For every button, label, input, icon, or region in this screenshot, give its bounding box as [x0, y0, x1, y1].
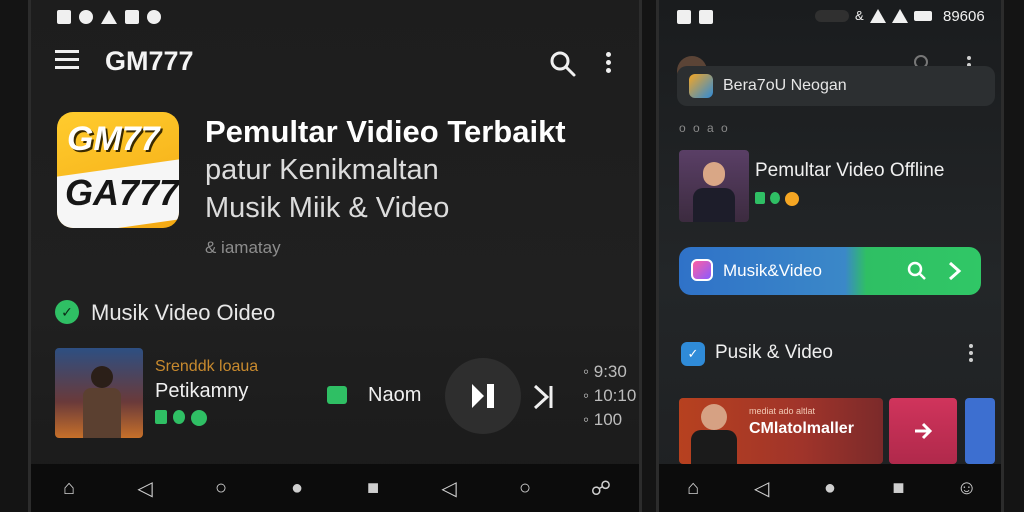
right-phone-screen: & 89606 Bera7oU Neogan o o a o Pemultar … [656, 0, 1004, 512]
video-card-small[interactable] [889, 398, 957, 464]
more-vertical-icon[interactable] [606, 52, 612, 73]
leaf-icon [155, 410, 167, 424]
more-vertical-icon[interactable] [969, 344, 973, 362]
battery-icon [913, 10, 932, 21]
section-title: Musik Video Oideo [91, 300, 276, 325]
home-icon[interactable]: ⌂ [675, 477, 711, 500]
side-stats: ◦ 9:30 ◦ 10:10 ◦ 100 [583, 360, 637, 432]
search-pill-text: Musik&Video [723, 261, 822, 280]
track-thumbnail[interactable] [55, 348, 143, 438]
check-icon: ✓ [55, 300, 79, 324]
profile-icon[interactable]: ☺ [949, 477, 985, 500]
stat-2: ◦ 10:10 [583, 386, 637, 405]
search-pill[interactable]: Musik&Video [679, 247, 981, 295]
sync-icon [79, 10, 93, 24]
notification-icon [677, 10, 691, 24]
back-icon[interactable]: ◁ [127, 476, 163, 501]
search-icon[interactable] [549, 50, 577, 78]
status-icons-right: & [855, 8, 932, 23]
notification-icon [57, 10, 71, 24]
status-bar-left [57, 6, 161, 28]
section-title-right: Pusik & Video [715, 342, 833, 363]
stat-1: ◦ 9:30 [583, 362, 627, 381]
status-time: 89606 [943, 8, 985, 25]
cast-icon [699, 10, 713, 24]
alarm-icon: & [855, 8, 864, 23]
now-label: Naom [368, 384, 422, 406]
status-bar-right [677, 6, 713, 28]
leaf-icon [755, 192, 765, 204]
video-card-edge[interactable] [965, 398, 995, 464]
app-logo: GM77 GA777 [57, 112, 179, 228]
search-icon[interactable] [907, 261, 927, 281]
meta-text: o o a o [679, 121, 730, 135]
play-pause-icon [472, 384, 494, 408]
play-pause-button[interactable] [445, 358, 521, 434]
track-title[interactable]: Petikamny [155, 380, 248, 403]
app-title: GM777 [105, 46, 194, 76]
back-icon[interactable]: ◁ [744, 476, 780, 501]
nav-bar-right: ⌂ ◁ ● ■ ☺ [659, 464, 1001, 512]
card-title[interactable]: Pemultar Video Offline [755, 160, 944, 182]
track-artist: Srenddk loaua [155, 358, 259, 375]
instagram-icon [691, 259, 713, 281]
file-icon [125, 10, 139, 24]
gamepad-icon[interactable]: ☍ [583, 476, 619, 501]
video-thumbnail[interactable] [679, 150, 749, 222]
home-icon[interactable]: ⌂ [51, 477, 87, 500]
camera-cutout [815, 10, 849, 22]
recents-icon[interactable]: ■ [355, 477, 391, 500]
home-circle-icon[interactable]: ○ [203, 477, 239, 500]
arrow-right-icon [915, 422, 933, 440]
nav-bar-left: ⌂ ◁ ○ ● ■ ◁ ○ ☍ [31, 464, 639, 512]
video-card-large[interactable]: mediat ado altlat CMlatolmaller [679, 398, 883, 464]
banner-text: Bera7oU Neogan [723, 77, 847, 94]
recents-icon[interactable]: ■ [880, 477, 916, 500]
signal-icon [101, 10, 117, 24]
notification-banner[interactable]: Bera7oU Neogan [677, 66, 995, 106]
card-badges [755, 192, 799, 206]
stat-3: ◦ 100 [583, 410, 623, 429]
drop-icon [770, 192, 780, 204]
skip-next-icon[interactable] [531, 382, 555, 412]
clock-icon [785, 192, 799, 206]
check-icon: ✓ [681, 342, 705, 366]
hero-caption: & iamatay [205, 238, 281, 257]
drop-icon [173, 410, 185, 424]
wifi-icon [869, 8, 886, 23]
clock-icon [191, 410, 207, 426]
banner-app-icon [689, 74, 713, 98]
left-phone-screen: GM777 GM77 GA777 Pemultar Vidieo Terbaik… [28, 0, 642, 512]
logo-top-text: GM77 [67, 120, 160, 158]
back-icon-2[interactable]: ◁ [431, 476, 467, 501]
home-circle-icon[interactable]: ● [812, 477, 848, 500]
signal-icon [891, 8, 908, 23]
bag-icon [327, 386, 347, 404]
search-nav-icon[interactable]: ● [279, 477, 315, 500]
shield-icon [147, 10, 161, 24]
hamburger-icon[interactable] [55, 50, 79, 70]
home-circle-icon-2[interactable]: ○ [507, 477, 543, 500]
chevron-right-icon[interactable] [947, 261, 963, 281]
hero-subtitle-line1: patur Kenikmaltan [205, 154, 439, 186]
track-badges [155, 410, 207, 426]
thumb-small-text: mediat ado altlat [749, 406, 816, 416]
logo-bottom-text: GA777 [65, 172, 179, 213]
hero-subtitle-line2: Musik Miik & Video [205, 192, 450, 224]
hero-title: Pemultar Vidieo Terbaikt [205, 114, 566, 149]
thumb-caption: CMlatolmaller [749, 420, 854, 437]
